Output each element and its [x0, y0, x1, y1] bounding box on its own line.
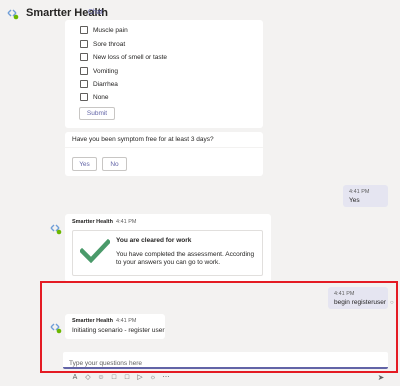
option-vomiting[interactable]: Vomiting [80, 65, 118, 77]
praise-icon[interactable]: ☼ [148, 373, 158, 383]
question-divider [65, 147, 263, 148]
option-loss-of-smell[interactable]: New loss of smell or taste [80, 51, 167, 63]
question-text: Have you been symptom free for at least … [72, 136, 214, 143]
message-header: Smartter Health 4:41 PM [72, 318, 137, 324]
option-sore-throat[interactable]: Sore throat [80, 38, 125, 50]
read-receipt-icon: ○ [390, 300, 394, 306]
message-input[interactable] [63, 356, 388, 371]
send-icon[interactable]: ➤ [376, 373, 386, 383]
user-message: 4:41 PM begin registeruser [328, 287, 388, 309]
meet-icon[interactable]: ▷ [135, 373, 145, 383]
checkbox[interactable] [80, 40, 88, 48]
more-icon[interactable]: ⋯ [161, 373, 171, 383]
checkbox[interactable] [80, 67, 88, 75]
checkbox[interactable] [80, 80, 88, 88]
checkbox[interactable] [80, 53, 88, 61]
message-time: 4:41 PM [349, 189, 370, 195]
bot-avatar [50, 224, 62, 235]
sender-name: Smartter Health [72, 318, 113, 324]
compose-box [63, 352, 388, 371]
option-muscle-pain[interactable]: Muscle pain [80, 24, 128, 36]
message-time: 4:41 PM [116, 219, 137, 225]
gif-icon[interactable]: □ [109, 373, 119, 383]
option-none[interactable]: None [80, 91, 109, 103]
attach-icon[interactable]: ◇ [83, 373, 93, 383]
option-diarrhea[interactable]: Diarrhea [80, 78, 118, 90]
cleared-title: You are cleared for work [116, 237, 192, 244]
submit-button[interactable]: Submit [79, 107, 115, 120]
checkbox[interactable] [80, 93, 88, 101]
cleared-body: You have completed the assessment. Accor… [116, 251, 255, 266]
checkmark-icon [80, 239, 110, 263]
compose-toolbar: A ◇ ☺ □ □ ▷ ☼ ⋯ [70, 373, 174, 383]
no-button[interactable]: No [102, 157, 127, 171]
yes-button[interactable]: Yes [72, 157, 97, 171]
message-text: begin registeruser [334, 299, 387, 306]
bot-avatar [50, 323, 62, 334]
message-time: 4:41 PM [334, 291, 355, 297]
sticker-icon[interactable]: □ [122, 373, 132, 383]
checkbox[interactable] [80, 26, 88, 34]
user-message: 4:41 PM Yes [343, 185, 388, 207]
message-text: Initiating scenario - register user [72, 327, 165, 334]
tab-chat[interactable]: Chat [88, 9, 103, 16]
bot-icon [7, 9, 19, 20]
message-time: 4:41 PM [116, 318, 137, 324]
message-text: Yes [349, 197, 360, 204]
emoji-icon[interactable]: ☺ [96, 373, 106, 383]
format-icon[interactable]: A [70, 373, 80, 383]
sender-name: Smartter Health [72, 219, 113, 225]
message-header: Smartter Health 4:41 PM [72, 219, 137, 225]
